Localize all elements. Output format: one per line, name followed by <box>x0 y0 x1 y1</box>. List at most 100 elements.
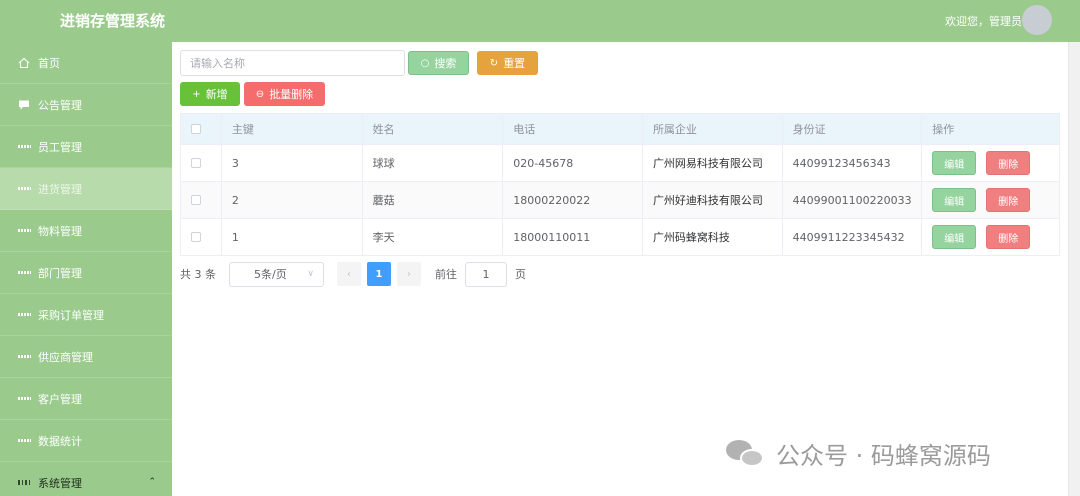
sidebar-item-customer[interactable]: 客户管理 <box>0 378 172 420</box>
app-title: 进销存管理系统 <box>60 12 166 30</box>
goto-page-input[interactable] <box>465 261 507 287</box>
chevron-right-icon: › <box>407 268 411 280</box>
column-header[interactable]: 姓名 <box>363 114 504 144</box>
sidebar-item-label: 物料管理 <box>38 224 82 238</box>
row-checkbox[interactable] <box>191 232 201 242</box>
sidebar-item-home[interactable]: 首页 <box>0 42 172 84</box>
avatar[interactable] <box>1022 5 1052 35</box>
reset-button-label: 重置 <box>503 57 526 70</box>
row-checkbox[interactable] <box>191 195 201 205</box>
chevron-down-icon: ∨ <box>307 268 314 279</box>
cell-id: 3 <box>222 145 363 181</box>
edit-button[interactable]: 编辑 <box>932 225 977 249</box>
grid-icon <box>18 393 30 405</box>
goto-label: 前往 <box>435 268 457 281</box>
plus-icon: + <box>192 88 201 100</box>
sidebar-item-supplier[interactable]: 供应商管理 <box>0 336 172 378</box>
minus-circle-icon: ⊖ <box>255 88 265 100</box>
grid-icon <box>18 183 30 195</box>
row-select-cell <box>181 182 222 218</box>
page-suffix-label: 页 <box>515 268 526 281</box>
row-checkbox[interactable] <box>191 158 201 168</box>
prev-page-button[interactable]: ‹ <box>337 262 361 286</box>
sidebar-item-label: 客户管理 <box>38 392 82 406</box>
delete-button[interactable]: 删除 <box>986 188 1031 212</box>
cell-name: 李天 <box>363 219 504 255</box>
chat-icon <box>18 99 30 111</box>
table-row: 3 球球 020-45678 广州网易科技有限公司 44099123456343… <box>181 145 1059 182</box>
page-size-select[interactable]: 5条/页 ∨ <box>229 261 324 287</box>
column-header: 操作 <box>932 123 955 136</box>
chevron-left-icon: ‹ <box>347 268 351 280</box>
watermark: 公众号 · 码蜂窝源码 <box>726 436 991 471</box>
batch-delete-button[interactable]: ⊖ 批量删除 <box>244 82 325 106</box>
sidebar-item-system[interactable]: 系统管理 ⌃ <box>0 462 172 496</box>
wechat-icon <box>726 438 766 470</box>
select-all-checkbox[interactable] <box>191 124 201 134</box>
sidebar-item-label: 首页 <box>38 56 60 70</box>
column-header[interactable]: 电话 <box>503 114 643 144</box>
search-button[interactable]: ○ 搜索 <box>408 51 469 75</box>
sidebar-item-label: 部门管理 <box>38 266 82 280</box>
cell-idcard: 4409911223345432 <box>783 219 923 255</box>
row-select-cell <box>181 145 222 181</box>
add-button[interactable]: + 新增 <box>180 82 240 106</box>
delete-button[interactable]: 删除 <box>986 151 1031 175</box>
welcome-text: 欢迎您，管理员 <box>945 15 1022 28</box>
edit-button[interactable]: 编辑 <box>932 188 977 212</box>
sidebar-item-department[interactable]: 部门管理 <box>0 252 172 294</box>
table-row: 1 李天 18000110011 广州码蜂窝科技 440991122334543… <box>181 219 1059 256</box>
cell-actions: 编辑 删除 <box>922 145 1059 181</box>
sidebar-item-label: 公告管理 <box>38 98 82 112</box>
home-icon <box>18 57 30 69</box>
sidebar-item-employee[interactable]: 员工管理 <box>0 126 172 168</box>
sidebar-item-label: 进货管理 <box>38 182 82 196</box>
sidebar-item-purchase-order[interactable]: 采购订单管理 <box>0 294 172 336</box>
next-page-button[interactable]: › <box>397 262 421 286</box>
batch-delete-label: 批量删除 <box>269 88 314 101</box>
cell-phone: 020-45678 <box>503 145 643 181</box>
apps-icon <box>18 477 30 489</box>
sidebar-item-label: 数据统计 <box>38 434 82 448</box>
reset-button[interactable]: ↻ 重置 <box>477 51 538 75</box>
page-number-button[interactable]: 1 <box>367 262 391 286</box>
grid-icon <box>18 225 30 237</box>
column-header[interactable]: 身份证 <box>783 114 923 144</box>
sidebar-item-label: 供应商管理 <box>38 350 93 364</box>
delete-button[interactable]: 删除 <box>986 225 1031 249</box>
cell-idcard: 44099001100220033 <box>783 182 923 218</box>
top-header: 进销存管理系统 欢迎您，管理员 <box>0 0 1080 42</box>
column-header[interactable]: 所属企业 <box>643 114 783 144</box>
cell-name: 球球 <box>363 145 504 181</box>
grid-icon <box>18 435 30 447</box>
grid-icon <box>18 309 30 321</box>
edit-button[interactable]: 编辑 <box>932 151 977 175</box>
cell-actions: 编辑 删除 <box>922 182 1059 218</box>
sidebar-item-notice[interactable]: 公告管理 <box>0 84 172 126</box>
select-all-cell <box>181 114 222 144</box>
cell-name: 蘑菇 <box>363 182 504 218</box>
sidebar-item-label: 采购订单管理 <box>38 308 104 322</box>
search-input[interactable] <box>180 50 405 76</box>
search-button-label: 搜索 <box>434 57 457 70</box>
cell-id: 1 <box>222 219 363 255</box>
vertical-scrollbar[interactable] <box>1068 42 1080 496</box>
cell-company: 广州网易科技有限公司 <box>643 145 783 181</box>
grid-icon <box>18 267 30 279</box>
sidebar-item-material[interactable]: 物料管理 <box>0 210 172 252</box>
sidebar-item-statistics[interactable]: 数据统计 <box>0 420 172 462</box>
column-header[interactable]: 主键 <box>222 114 363 144</box>
refresh-icon: ↻ <box>489 57 499 69</box>
cell-company: 广州好迪科技有限公司 <box>643 182 783 218</box>
watermark-text: 公众号 · 码蜂窝源码 <box>776 442 991 470</box>
sidebar-item-label: 员工管理 <box>38 140 82 154</box>
page-size-value: 5条/页 <box>254 268 287 281</box>
sidebar-item-label: 系统管理 <box>38 476 82 490</box>
pagination-total: 共 3 条 <box>180 268 216 281</box>
row-select-cell <box>181 219 222 255</box>
cell-idcard: 44099123456343 <box>783 145 923 181</box>
table-row: 2 蘑菇 18000220022 广州好迪科技有限公司 440990011002… <box>181 182 1059 219</box>
sidebar-item-purchase[interactable]: 进货管理 <box>0 168 172 210</box>
grid-icon <box>18 141 30 153</box>
sidebar: 首页 公告管理 员工管理 进货管理 物料管理 部门管理 采购订单管理 供应商管理… <box>0 42 172 496</box>
